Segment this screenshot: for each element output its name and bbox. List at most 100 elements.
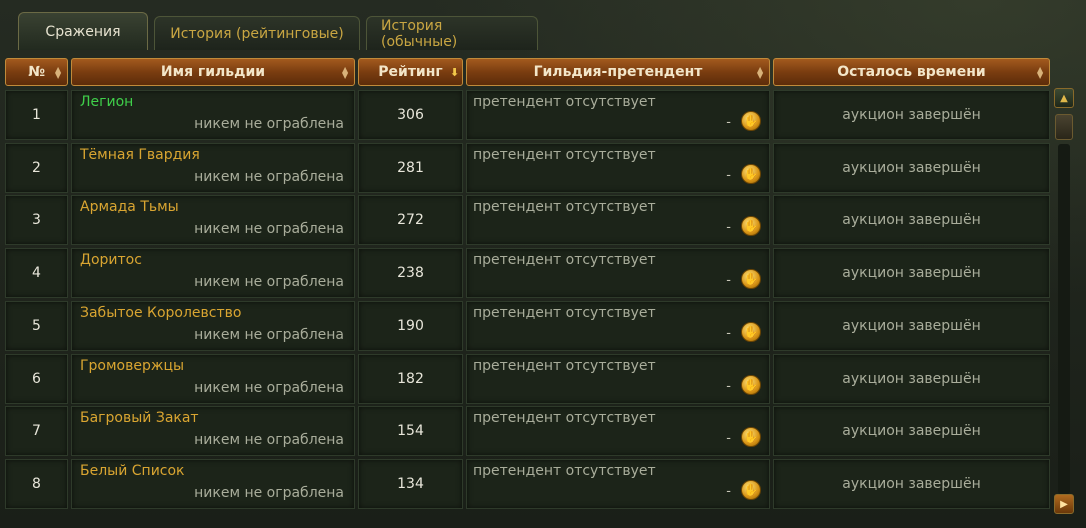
gold-coin-icon[interactable]: ✋	[741, 216, 761, 236]
guild-rob-status: никем не ограблена	[194, 274, 344, 290]
guild-name[interactable]: Громовержцы	[80, 358, 184, 374]
gold-coin-icon[interactable]: ✋	[741, 427, 761, 447]
guild-name-cell: Громовержцы никем не ограблена	[71, 354, 355, 404]
gold-coin-icon[interactable]: ✋	[741, 375, 761, 395]
scroll-thumb[interactable]	[1055, 114, 1073, 140]
guild-rob-status: никем не ограблена	[194, 380, 344, 396]
table-row[interactable]: 6 Громовержцы никем не ограблена 182 пре…	[5, 354, 1050, 404]
time-left: аукцион завершён	[773, 143, 1050, 193]
guild-name-cell: Белый Список никем не ограблена	[71, 459, 355, 509]
column-header-guild-name-label: Имя гильдии	[160, 64, 266, 80]
guild-name[interactable]: Легион	[80, 94, 133, 110]
guild-name[interactable]: Армада Тьмы	[80, 199, 179, 215]
table-row[interactable]: 4 Доритос никем не ограблена 238 претенд…	[5, 248, 1050, 298]
challenger-text: претендент отсутствует	[473, 410, 656, 426]
row-number: 4	[5, 248, 68, 298]
row-number: 5	[5, 301, 68, 351]
challenger-cell: претендент отсутствует - ✋	[466, 143, 770, 193]
column-header-number[interactable]: № ▲ ▼	[5, 58, 68, 86]
table-row[interactable]: 8 Белый Список никем не ограблена 134 пр…	[5, 459, 1050, 509]
sort-down-arrow-icon: ⬇	[450, 66, 460, 79]
sort-up-down-icon: ▲ ▼	[757, 65, 764, 80]
guild-rob-status: никем не ограблена	[194, 327, 344, 343]
challenger-cell: претендент отсутствует - ✋	[466, 90, 770, 140]
column-header-rating[interactable]: Рейтинг ⬇	[358, 58, 463, 86]
challenger-cell: претендент отсутствует - ✋	[466, 354, 770, 404]
time-left: аукцион завершён	[773, 459, 1050, 509]
guild-name[interactable]: Доритос	[80, 252, 142, 268]
gold-coin-icon[interactable]: ✋	[741, 322, 761, 342]
guild-rob-status: никем не ограблена	[194, 169, 344, 185]
guild-name-cell: Доритос никем не ограблена	[71, 248, 355, 298]
time-left: аукцион завершён	[773, 406, 1050, 456]
guild-rating: 306	[358, 90, 463, 140]
column-header-challenger[interactable]: Гильдия-претендент ▲ ▼	[466, 58, 770, 86]
row-number: 1	[5, 90, 68, 140]
column-header-number-label: №	[28, 64, 45, 80]
bid-amount: -	[726, 484, 731, 499]
row-number: 8	[5, 459, 68, 509]
guild-name[interactable]: Тёмная Гвардия	[80, 147, 200, 163]
challenger-text: претендент отсутствует	[473, 358, 656, 374]
guild-rating: 281	[358, 143, 463, 193]
bid-amount: -	[726, 168, 731, 183]
bid-amount: -	[726, 379, 731, 394]
row-number: 7	[5, 406, 68, 456]
tab-history-normal[interactable]: История (обычные)	[366, 16, 538, 50]
gold-coin-icon[interactable]: ✋	[741, 480, 761, 500]
scroll-track[interactable]	[1058, 144, 1070, 494]
scrollbar[interactable]: ▲ ▶	[1054, 88, 1076, 520]
column-header-challenger-label: Гильдия-претендент	[533, 64, 703, 80]
row-number: 3	[5, 195, 68, 245]
guild-rob-status: никем не ограблена	[194, 116, 344, 132]
challenger-cell: претендент отсутствует - ✋	[466, 195, 770, 245]
bid-amount: -	[726, 273, 731, 288]
row-number: 2	[5, 143, 68, 193]
guild-name[interactable]: Багровый Закат	[80, 410, 199, 426]
table-row[interactable]: 1 Легион никем не ограблена 306 претенде…	[5, 90, 1050, 140]
gold-coin-icon[interactable]: ✋	[741, 164, 761, 184]
time-left: аукцион завершён	[773, 301, 1050, 351]
sort-up-down-icon: ▲ ▼	[1037, 65, 1044, 80]
gold-coin-icon[interactable]: ✋	[741, 269, 761, 289]
challenger-text: претендент отсутствует	[473, 252, 656, 268]
column-header-guild-name[interactable]: Имя гильдии ▲ ▼	[71, 58, 355, 86]
scroll-down-button[interactable]: ▶	[1054, 494, 1074, 514]
time-left: аукцион завершён	[773, 354, 1050, 404]
bid-amount: -	[726, 326, 731, 341]
challenger-text: претендент отсутствует	[473, 305, 656, 321]
challenger-text: претендент отсутствует	[473, 147, 656, 163]
guild-rating: 272	[358, 195, 463, 245]
table-row[interactable]: 5 Забытое Королевство никем не ограблена…	[5, 301, 1050, 351]
guild-rating: 182	[358, 354, 463, 404]
tab-battles[interactable]: Сражения	[18, 12, 148, 50]
gold-coin-icon[interactable]: ✋	[741, 111, 761, 131]
scroll-up-button[interactable]: ▲	[1054, 88, 1074, 108]
guild-name-cell: Легион никем не ограблена	[71, 90, 355, 140]
guild-rating: 238	[358, 248, 463, 298]
tab-bar: Сражения История (рейтинговые) История (…	[18, 12, 538, 50]
table-header: № ▲ ▼ Имя гильдии ▲ ▼ Рейтинг ⬇ Гильдия-пр…	[5, 58, 1050, 86]
guild-name[interactable]: Забытое Королевство	[80, 305, 241, 321]
guild-name-cell: Тёмная Гвардия никем не ограблена	[71, 143, 355, 193]
time-left: аукцион завершён	[773, 90, 1050, 140]
column-header-time-left[interactable]: Осталось времени ▲ ▼	[773, 58, 1050, 86]
table-row[interactable]: 3 Армада Тьмы никем не ограблена 272 пре…	[5, 195, 1050, 245]
guild-name[interactable]: Белый Список	[80, 463, 185, 479]
challenger-cell: претендент отсутствует - ✋	[466, 248, 770, 298]
challenger-cell: претендент отсутствует - ✋	[466, 406, 770, 456]
challenger-cell: претендент отсутствует - ✋	[466, 301, 770, 351]
guild-rob-status: никем не ограблена	[194, 432, 344, 448]
time-left: аукцион завершён	[773, 195, 1050, 245]
sort-up-down-icon: ▲ ▼	[55, 65, 62, 80]
table-row[interactable]: 7 Багровый Закат никем не ограблена 154 …	[5, 406, 1050, 456]
guild-rating: 134	[358, 459, 463, 509]
bid-amount: -	[726, 220, 731, 235]
tab-history-rated[interactable]: История (рейтинговые)	[154, 16, 360, 50]
bid-amount: -	[726, 115, 731, 130]
guild-name-cell: Багровый Закат никем не ограблена	[71, 406, 355, 456]
table-row[interactable]: 2 Тёмная Гвардия никем не ограблена 281 …	[5, 143, 1050, 193]
guild-name-cell: Забытое Королевство никем не ограблена	[71, 301, 355, 351]
column-header-time-left-label: Осталось времени	[837, 64, 986, 80]
bid-amount: -	[726, 431, 731, 446]
